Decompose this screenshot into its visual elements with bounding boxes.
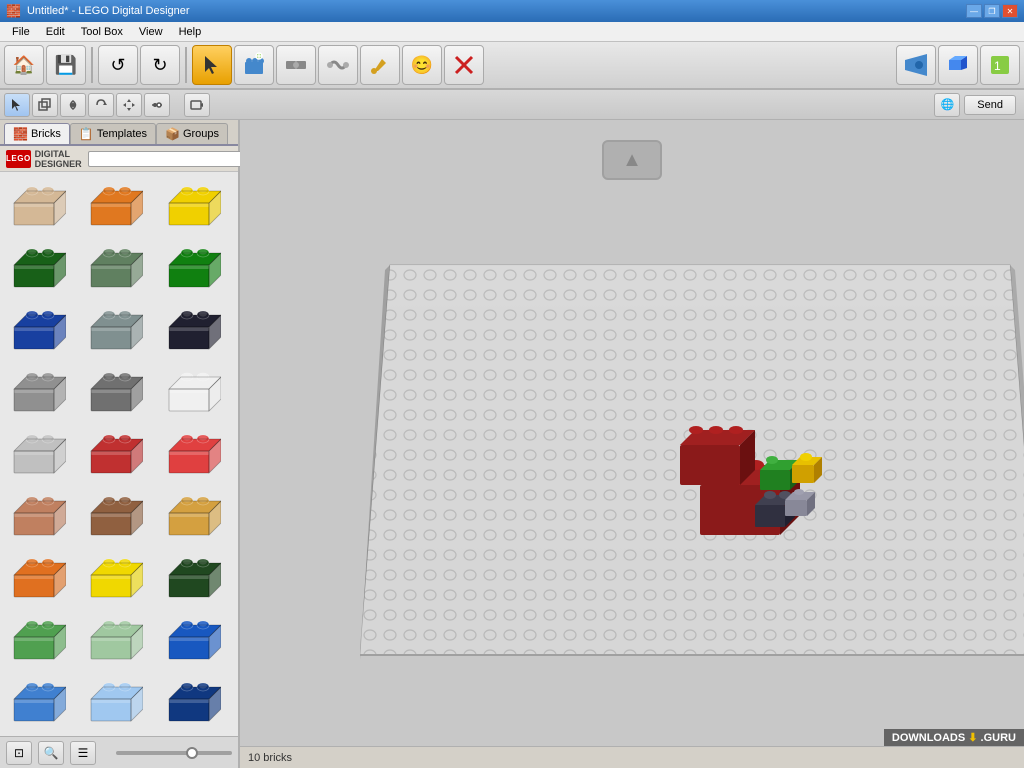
view3d-button[interactable] bbox=[938, 45, 978, 85]
menu-edit[interactable]: Edit bbox=[38, 24, 73, 40]
close-button[interactable]: ✕ bbox=[1002, 4, 1018, 18]
status-bar: 10 bricks bbox=[240, 746, 1024, 768]
fit-view-button[interactable]: ⊡ bbox=[6, 741, 32, 765]
watermark: DOWNLOADS ⬇ .GURU bbox=[884, 729, 1024, 746]
restore-button[interactable]: ❐ bbox=[984, 4, 1000, 18]
globe-button[interactable]: 🌐 bbox=[934, 93, 960, 117]
menu-toolbox[interactable]: Tool Box bbox=[73, 24, 131, 40]
panel-bottom: ⊡ 🔍 ☰ bbox=[0, 736, 238, 768]
move-button[interactable] bbox=[116, 93, 142, 117]
undo-button[interactable]: ↺ bbox=[98, 45, 138, 85]
send-button[interactable]: Send bbox=[964, 95, 1016, 115]
sub-toolbar: 🌐 Send bbox=[0, 90, 1024, 120]
snap-button[interactable] bbox=[144, 93, 170, 117]
brick-item-25[interactable] bbox=[81, 672, 149, 732]
bricks-tab-icon: 🧱 bbox=[13, 127, 28, 141]
hide-button[interactable] bbox=[60, 93, 86, 117]
menu-bar: File Edit Tool Box View Help bbox=[0, 22, 1024, 42]
brick-item-7[interactable] bbox=[81, 300, 149, 360]
svg-text:1: 1 bbox=[994, 59, 1001, 73]
building-guide-button[interactable]: 1 bbox=[980, 45, 1020, 85]
camera-button[interactable] bbox=[896, 45, 936, 85]
brick-item-14[interactable] bbox=[159, 424, 227, 484]
redo-button[interactable]: ↻ bbox=[140, 45, 180, 85]
app-name: DIGITAL DESIGNER bbox=[35, 149, 82, 169]
lego-logo: LEGO bbox=[6, 150, 31, 168]
minimize-button[interactable]: — bbox=[966, 4, 982, 18]
brick-item-5[interactable] bbox=[159, 238, 227, 298]
brick-item-12[interactable] bbox=[4, 424, 72, 484]
add-brick-button[interactable] bbox=[234, 45, 274, 85]
smiley-button[interactable]: 😊 bbox=[402, 45, 442, 85]
content-area: 🧱 Bricks 📋 Templates 📦 Groups LEGO DIGIT… bbox=[0, 120, 1024, 768]
brick-item-23[interactable] bbox=[159, 610, 227, 670]
brick-item-22[interactable] bbox=[81, 610, 149, 670]
toolbar-separator-2 bbox=[185, 47, 187, 83]
brick-item-1[interactable] bbox=[81, 176, 149, 236]
brick-count: 10 bricks bbox=[248, 752, 292, 764]
brick-item-18[interactable] bbox=[4, 548, 72, 608]
brick-item-9[interactable] bbox=[4, 362, 72, 422]
select-tool-button[interactable] bbox=[192, 45, 232, 85]
window-controls: — ❐ ✕ bbox=[966, 4, 1018, 18]
panel-header: LEGO DIGITAL DESIGNER ◀▶ bbox=[0, 146, 238, 172]
brick-item-10[interactable] bbox=[81, 362, 149, 422]
brick-item-6[interactable] bbox=[4, 300, 72, 360]
menu-file[interactable]: File bbox=[4, 24, 38, 40]
brick-item-4[interactable] bbox=[81, 238, 149, 298]
brick-item-15[interactable] bbox=[4, 486, 72, 546]
app-icon: 🧱 bbox=[6, 4, 21, 18]
menu-view[interactable]: View bbox=[131, 24, 171, 40]
title-bar: 🧱 Untitled* - LEGO Digital Designer — ❐ … bbox=[0, 0, 1024, 22]
clone-button[interactable] bbox=[32, 93, 58, 117]
main-toolbar: 🏠 💾 ↺ ↻ bbox=[0, 42, 1024, 90]
brick-item-24[interactable] bbox=[4, 672, 72, 732]
brick-item-3[interactable] bbox=[4, 238, 72, 298]
brick-item-13[interactable] bbox=[81, 424, 149, 484]
brick-item-2[interactable] bbox=[159, 176, 227, 236]
baseplate: // This won't work in SVG; we'll use sta… bbox=[360, 225, 1024, 688]
brick-item-17[interactable] bbox=[159, 486, 227, 546]
delete-button[interactable] bbox=[444, 45, 484, 85]
brick-grid bbox=[0, 172, 238, 736]
hinge-tool-button[interactable] bbox=[276, 45, 316, 85]
templates-tab-icon: 📋 bbox=[79, 127, 94, 141]
brick-item-26[interactable] bbox=[159, 672, 227, 732]
window-title: Untitled* - LEGO Digital Designer bbox=[27, 5, 966, 17]
brick-item-20[interactable] bbox=[159, 548, 227, 608]
rotate-button[interactable] bbox=[88, 93, 114, 117]
viewport: ▲ bbox=[240, 120, 1024, 768]
tab-groups[interactable]: 📦 Groups bbox=[156, 123, 228, 144]
toolbar-separator-1 bbox=[91, 47, 93, 83]
home-button[interactable]: 🏠 bbox=[4, 45, 44, 85]
filter-button[interactable]: ☰ bbox=[70, 741, 96, 765]
flex-tube-button[interactable] bbox=[318, 45, 358, 85]
left-panel: 🧱 Bricks 📋 Templates 📦 Groups LEGO DIGIT… bbox=[0, 120, 240, 768]
search-button[interactable]: 🔍 bbox=[38, 741, 64, 765]
brick-item-21[interactable] bbox=[4, 610, 72, 670]
groups-tab-icon: 📦 bbox=[165, 127, 180, 141]
brick-item-11[interactable] bbox=[159, 362, 227, 422]
brick-item-0[interactable] bbox=[4, 176, 72, 236]
tab-bricks[interactable]: 🧱 Bricks bbox=[4, 123, 70, 144]
select-mode-button[interactable] bbox=[4, 93, 30, 117]
zoom-thumb[interactable] bbox=[186, 747, 198, 759]
brick-item-8[interactable] bbox=[159, 300, 227, 360]
zoom-slider[interactable] bbox=[116, 751, 232, 755]
view-up-button[interactable]: ▲ bbox=[602, 140, 662, 180]
brick-item-16[interactable] bbox=[81, 486, 149, 546]
save-button[interactable]: 💾 bbox=[46, 45, 86, 85]
paint-tool-button[interactable] bbox=[360, 45, 400, 85]
panel-tabs: 🧱 Bricks 📋 Templates 📦 Groups bbox=[0, 120, 238, 146]
camera-view-button[interactable] bbox=[184, 93, 210, 117]
tab-templates[interactable]: 📋 Templates bbox=[70, 123, 156, 144]
brick-item-19[interactable] bbox=[81, 548, 149, 608]
menu-help[interactable]: Help bbox=[171, 24, 210, 40]
